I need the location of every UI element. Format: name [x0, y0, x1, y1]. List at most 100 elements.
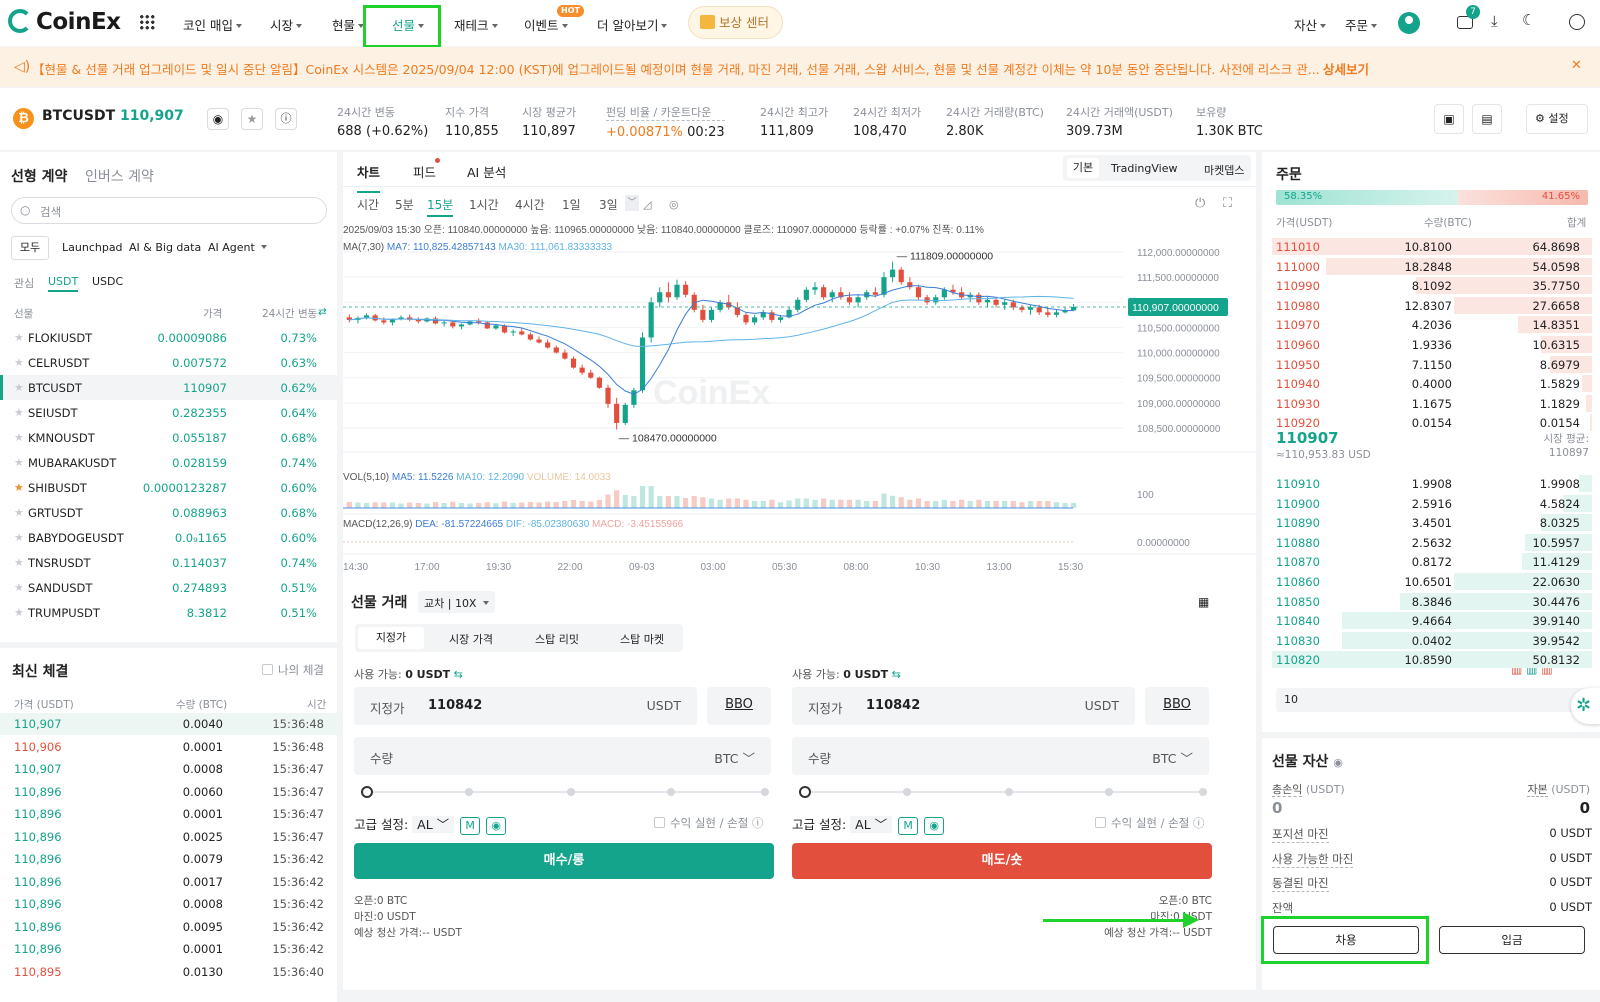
eye-icon[interactable]: ◉ [486, 817, 507, 835]
favorite-star-icon[interactable]: ★ [14, 381, 24, 394]
favorite-star-icon[interactable]: ★ [14, 606, 24, 619]
dark-mode-moon-icon[interactable]: ☾ [1522, 11, 1535, 29]
buy-leverage-slider[interactable] [361, 786, 769, 798]
view-depth[interactable]: 마켓뎁스 [1204, 162, 1244, 178]
sell-leverage-slider[interactable] [799, 786, 1207, 798]
sell-price-input[interactable]: 지정가 110842 USDT [792, 687, 1135, 725]
ai-assistant-icon[interactable]: ✲ [1571, 688, 1600, 724]
bids-row[interactable]: 110910 1.9908 1.9908 [1262, 474, 1592, 493]
subtab-usdc[interactable]: USDC [92, 275, 123, 288]
language-globe-icon[interactable] [1569, 14, 1585, 30]
favorite-star-icon[interactable]: ★ [241, 108, 263, 130]
download-icon[interactable]: ⤓ [1491, 12, 1498, 30]
order-tab-limit[interactable]: 지정가 [358, 627, 424, 649]
market-row[interactable]: ★ KMNOUSDT 0.055187 0.68% [0, 425, 337, 450]
bids-row[interactable]: 110830 0.0402 39.9542 [1262, 631, 1592, 650]
buy-qty-input[interactable]: 수량 BTC ﹀ [354, 737, 771, 775]
chevron-down-icon[interactable]: ﹀ [625, 195, 639, 211]
filter-ai-big-data[interactable]: AI & Big data [129, 241, 201, 254]
tab-ai-analysis[interactable]: AI 분석 [467, 162, 506, 181]
bids-row[interactable]: 110880 2.5632 10.5957 [1262, 533, 1592, 552]
order-tab-stop-limit[interactable]: 스탑 리밋 [535, 631, 579, 647]
eye-icon[interactable]: ◉ [924, 817, 945, 835]
layout-grid-icon[interactable]: ▦ [1198, 595, 1209, 609]
market-row[interactable]: ★ BTCUSDT 110907 0.62% [0, 375, 337, 400]
order-tab-stop-market[interactable]: 스탑 마켓 [620, 631, 664, 647]
bids-row[interactable]: 110820 10.8590 50.8132 [1262, 650, 1592, 669]
market-row[interactable]: ★ SANDUSDT 0.274893 0.51% [0, 575, 337, 600]
market-row[interactable]: ★ BABYDOGEUSDT 0.0₉1165 0.60% [0, 525, 337, 550]
swap-circle-icon[interactable]: ◉ [207, 108, 229, 130]
bids-row[interactable]: 110890 3.4501 8.0325 [1262, 513, 1592, 532]
market-row[interactable]: ★ CELRUSDT 0.007572 0.63% [0, 350, 337, 375]
sell-short-button[interactable]: 매도/숏 [792, 843, 1212, 879]
favorite-star-icon[interactable]: ★ [14, 506, 24, 519]
asks-row[interactable]: 110920 0.0154 0.0154 [1262, 413, 1592, 432]
nav-orders[interactable]: 주문 [1345, 15, 1378, 34]
interval-6[interactable]: 3일 [599, 196, 618, 213]
market-search-input[interactable]: ○ 검색 [11, 197, 327, 224]
swap-arrows-icon[interactable]: ⇄ [318, 306, 327, 318]
interval-5[interactable]: 1일 [562, 196, 581, 213]
nav-spot[interactable]: 현물 [332, 15, 365, 34]
close-icon[interactable]: ✕ [1571, 58, 1582, 73]
nav-markets[interactable]: 시장 [270, 15, 303, 34]
header-24h-change[interactable]: 24시간 변동 [262, 306, 317, 321]
nav-assets[interactable]: 자산 [1294, 15, 1327, 34]
buy-tpsl-toggle[interactable]: 수익 실현 / 손절 ⓘ [654, 815, 763, 831]
tab-linear-contracts[interactable]: 선형 계약 [11, 166, 67, 186]
header-futures[interactable]: 선물 [14, 306, 33, 321]
view-basic[interactable]: 기본 [1067, 158, 1099, 178]
fullscreen-icon[interactable]: ⛶ [1223, 196, 1232, 211]
view-tradingview[interactable]: TradingView [1111, 162, 1177, 175]
coinex-logo[interactable]: CoinEx [8, 9, 121, 35]
asks-row[interactable]: 110990 8.1092 35.7750 [1262, 276, 1592, 295]
order-tab-market[interactable]: 시장 가격 [449, 631, 493, 647]
favorite-star-icon[interactable]: ★ [14, 331, 24, 344]
sell-tpsl-toggle[interactable]: 수익 실현 / 손절 ⓘ [1095, 815, 1204, 831]
subtab-favorites[interactable]: 관심 [14, 275, 34, 291]
filter-all[interactable]: 모두 [11, 236, 49, 260]
transfer-icon[interactable]: ⇆ [892, 668, 901, 681]
market-row[interactable]: ★ MUBARAKUSDT 0.028159 0.74% [0, 450, 337, 475]
tab-inverse-contracts[interactable]: 인버스 계약 [85, 166, 154, 186]
margin-mode-selector[interactable]: 교차 | 10X [418, 591, 495, 613]
bids-row[interactable]: 110850 8.3846 30.4476 [1262, 592, 1592, 611]
favorite-star-icon[interactable]: ★ [14, 556, 24, 569]
buy-long-button[interactable]: 매수/롱 [354, 843, 774, 879]
market-row[interactable]: ★ GRTUSDT 0.088963 0.68% [0, 500, 337, 525]
interval-2[interactable]: 15분 [427, 196, 454, 217]
bids-row[interactable]: 110840 9.4664 39.9140 [1262, 611, 1592, 630]
subtab-usdt[interactable]: USDT [48, 275, 79, 292]
market-row[interactable]: ★ SHIBUSDT 0.0000123287 0.60% [0, 475, 337, 500]
settings-button[interactable]: ⚙ 설정 [1526, 104, 1588, 134]
asks-row[interactable]: 110980 12.8307 27.6658 [1262, 296, 1592, 315]
sell-al-dropdown[interactable]: AL ﹀ [850, 816, 893, 833]
market-row[interactable]: ★ TNSRUSDT 0.114037 0.74% [0, 550, 337, 575]
nav-events[interactable]: 이벤트 [524, 15, 568, 34]
eye-icon[interactable]: ◉ [1333, 756, 1343, 769]
bids-row[interactable]: 110900 2.5916 4.5824 [1262, 494, 1592, 513]
buy-al-dropdown[interactable]: AL ﹀ [412, 816, 455, 833]
favorite-star-icon[interactable]: ★ [14, 406, 24, 419]
favorite-star-icon[interactable]: ★ [14, 356, 24, 369]
buy-price-input[interactable]: 지정가 110842 USDT [354, 687, 697, 725]
nav-earn[interactable]: 재테크 [454, 15, 498, 34]
favorite-star-icon[interactable]: ★ [14, 481, 24, 494]
buy-bbo-button[interactable]: BBO [707, 687, 771, 725]
calculator-icon[interactable]: ▤ [1472, 104, 1502, 134]
market-row[interactable]: ★ FLOKIUSDT 0.00009086 0.73% [0, 325, 337, 350]
header-price[interactable]: 가격 [203, 306, 222, 321]
tab-feed[interactable]: 피드 [413, 162, 436, 181]
bids-row[interactable]: 110860 10.6501 22.0630 [1262, 572, 1592, 591]
buy-m-chip[interactable]: M [460, 817, 481, 835]
info-icon[interactable]: ⓘ [275, 108, 297, 130]
interval-3[interactable]: 1시간 [469, 196, 499, 213]
favorite-star-icon[interactable]: ★ [14, 456, 24, 469]
filter-launchpad[interactable]: Launchpad [62, 241, 123, 254]
market-row[interactable]: ★ TRUMPUSDT 8.3812 0.51% [0, 600, 337, 625]
nav-buy-crypto[interactable]: 코인 매입 [183, 15, 242, 34]
filter-ai-agent[interactable]: AI Agent [208, 241, 268, 254]
my-trades-toggle[interactable]: 나의 체결 [262, 662, 324, 678]
market-row[interactable]: ★ SEIUSDT 0.282355 0.64% [0, 400, 337, 425]
